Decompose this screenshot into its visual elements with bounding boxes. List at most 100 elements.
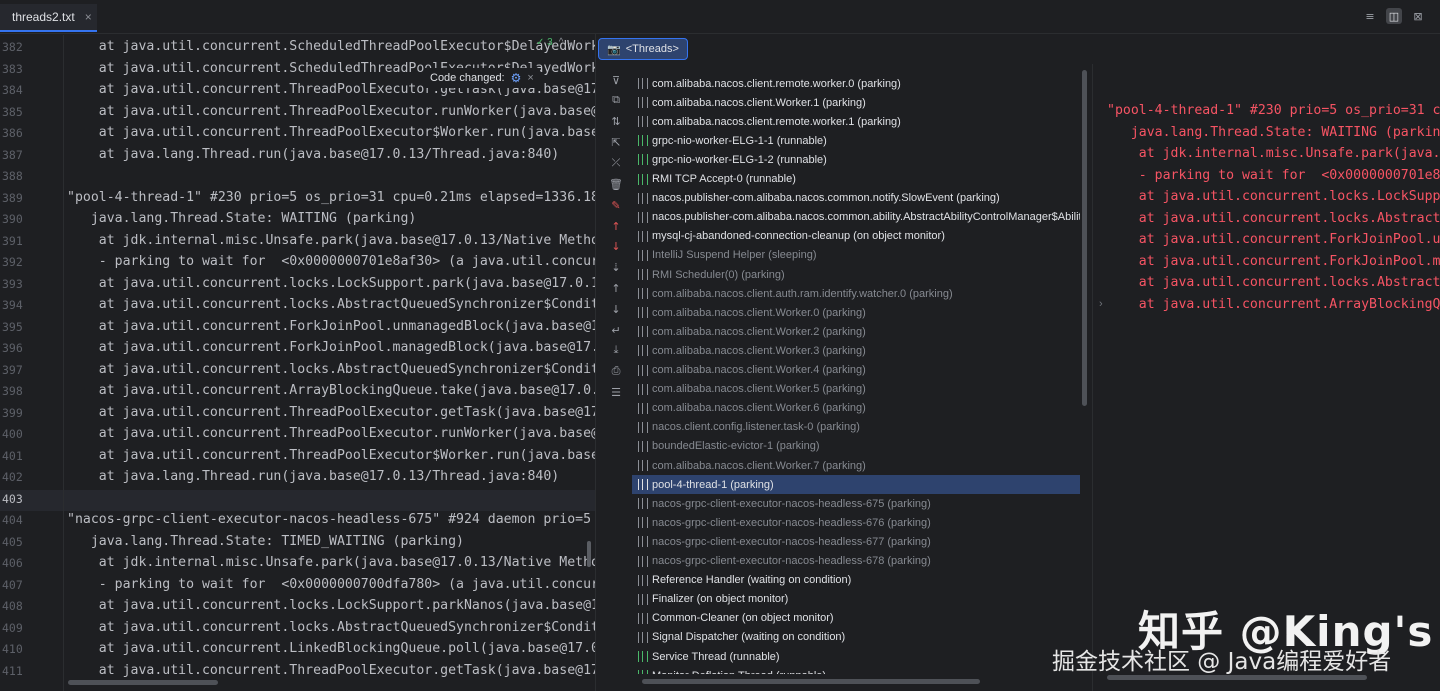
code-line: at java.util.concurrent.LinkedBlockingQu… bbox=[67, 641, 595, 656]
thread-row[interactable]: IntelliJ Suspend Helper (sleeping) bbox=[632, 246, 1080, 265]
stack-line: at java.util.concurrent.locks.LockSuppor… bbox=[1138, 189, 1440, 204]
inspection-count[interactable]: ✓ 3 bbox=[536, 37, 553, 48]
thread-row[interactable]: com.alibaba.nacos.client.Worker.2 (parki… bbox=[632, 322, 1080, 341]
thread-stack-view[interactable]: › "pool-4-thread-1" #230 prio=5 os_prio=… bbox=[1093, 64, 1440, 691]
code-line: at java.lang.Thread.run(java.base@17.0.1… bbox=[67, 146, 560, 162]
thread-icon bbox=[638, 479, 648, 491]
thread-label: RMI TCP Accept-0 (runnable) bbox=[652, 173, 796, 185]
thread-icon bbox=[638, 612, 648, 624]
clear-icon[interactable]: ✎ bbox=[608, 197, 624, 213]
thread-label: com.alibaba.nacos.client.Worker.5 (parki… bbox=[652, 383, 866, 396]
thread-icon bbox=[638, 421, 648, 433]
stack-line: at jdk.internal.misc.Unsafe.park(java.ba… bbox=[1138, 146, 1440, 161]
thread-row[interactable]: Monitor Deflation Thread (runnable) bbox=[632, 666, 1080, 674]
close-icon[interactable]: × bbox=[527, 72, 533, 84]
thread-row[interactable]: nacos.client.config.listener.task-0 (par… bbox=[632, 418, 1080, 437]
thread-row[interactable]: com.alibaba.nacos.client.Worker.5 (parki… bbox=[632, 380, 1080, 399]
delete-icon[interactable]: 🗑 bbox=[608, 176, 624, 192]
thread-row[interactable]: com.alibaba.nacos.client.Worker.1 (parki… bbox=[632, 93, 1080, 112]
thread-row[interactable]: com.alibaba.nacos.client.Worker.3 (parki… bbox=[632, 341, 1080, 360]
tab-close-icon[interactable]: × bbox=[85, 10, 92, 24]
copy-icon[interactable]: ⧉ bbox=[608, 92, 624, 108]
sort-icon[interactable]: ⇅ bbox=[608, 113, 624, 129]
sort-desc-icon[interactable]: ⇣ bbox=[608, 259, 624, 275]
list-icon[interactable]: ☰ bbox=[608, 384, 624, 400]
thread-row[interactable]: com.alibaba.nacos.client.Worker.0 (parki… bbox=[632, 303, 1080, 322]
code-view-icon[interactable]: ≡ bbox=[1362, 8, 1378, 24]
line-number: 405 bbox=[2, 534, 23, 549]
thread-row[interactable]: nacos.publisher-com.alibaba.nacos.common… bbox=[632, 189, 1080, 208]
line-number: 403 bbox=[2, 491, 23, 506]
thread-row-selected[interactable]: pool-4-thread-1 (parking) bbox=[632, 475, 1080, 495]
down-icon[interactable]: ↓ bbox=[608, 301, 624, 317]
line-number-gutter: 382 383 384 385 386 387 388 389 390 391 392 393 394 3… bbox=[0, 35, 64, 691]
thread-icon bbox=[638, 211, 648, 223]
thread-list[interactable]: com.alibaba.nacos.client.remote.worker.0… bbox=[632, 74, 1080, 674]
line-number: 383 bbox=[2, 61, 23, 76]
thread-row[interactable]: Signal Dispatcher (waiting on condition) bbox=[632, 628, 1080, 647]
thread-row[interactable]: nacos-grpc-client-executor-nacos-headles… bbox=[632, 552, 1080, 571]
scroll-end-icon[interactable]: ⤓ bbox=[608, 342, 624, 358]
preview-view-icon[interactable]: ⊠ bbox=[1410, 8, 1426, 24]
print-icon[interactable]: ⎙ bbox=[608, 363, 624, 379]
thread-running-icon bbox=[638, 154, 648, 166]
thread-row[interactable]: RMI TCP Accept-0 (runnable) bbox=[632, 170, 1080, 189]
thread-running-icon bbox=[638, 651, 648, 662]
thread-row[interactable]: boundedElastic-evictor-1 (parking) bbox=[632, 437, 1080, 456]
code-changed-label: Code changed: bbox=[430, 72, 505, 84]
thread-row[interactable]: Finalizer (on object monitor) bbox=[632, 590, 1080, 609]
text-editor[interactable]: 382 383 384 385 386 387 388 389 390 391 392 393 394 3… bbox=[0, 35, 595, 691]
export-icon[interactable]: ⇱ bbox=[608, 134, 624, 150]
line-number: 408 bbox=[2, 599, 23, 613]
thread-row[interactable]: com.alibaba.nacos.client.Worker.7 (parki… bbox=[632, 456, 1080, 475]
editor-horizontal-scrollbar[interactable] bbox=[68, 680, 218, 685]
line-number: 411 bbox=[2, 663, 23, 678]
line-number: 382 bbox=[2, 40, 23, 54]
thread-row[interactable]: nacos-grpc-client-executor-nacos-headles… bbox=[632, 532, 1080, 551]
collapse-icon[interactable]: ⤫ bbox=[608, 155, 624, 171]
line-number: 399 bbox=[2, 405, 23, 420]
line-number: 398 bbox=[2, 384, 23, 398]
editor-vertical-scrollbar[interactable] bbox=[587, 541, 591, 567]
tab-threads2-txt[interactable]: threads2.txt × bbox=[0, 4, 97, 32]
gear-icon[interactable]: ⚙ bbox=[511, 71, 522, 85]
code-area[interactable]: at java.util.concurrent.ScheduledThreadP… bbox=[67, 35, 595, 691]
stack-line: at java.util.concurrent.ForkJoinPool.man… bbox=[1138, 253, 1440, 269]
thread-row[interactable]: nacos-grpc-client-executor-nacos-headles… bbox=[632, 513, 1080, 532]
thread-row[interactable]: Service Thread (runnable) bbox=[632, 647, 1080, 666]
filter-icon[interactable]: ⊽ bbox=[608, 72, 624, 88]
thread-row[interactable]: mysql-cj-abandoned-connection-cleanup (o… bbox=[632, 227, 1080, 246]
thread-row[interactable]: grpc-nio-worker-ELG-1-2 (runnable) bbox=[632, 150, 1080, 169]
thread-icon bbox=[638, 345, 648, 357]
inspection-widget[interactable]: ✓ 3 ^ ⌄ bbox=[536, 37, 575, 48]
thread-row[interactable]: nacos-grpc-client-executor-nacos-headles… bbox=[632, 494, 1080, 513]
thread-icon bbox=[638, 307, 648, 319]
wrap-icon[interactable]: ↵ bbox=[608, 322, 624, 338]
thread-row[interactable]: com.alibaba.nacos.client.Worker.4 (parki… bbox=[632, 361, 1080, 380]
thread-icon bbox=[638, 498, 648, 510]
thread-row[interactable]: Reference Handler (waiting on condition) bbox=[632, 571, 1080, 590]
up-icon[interactable]: ↑ bbox=[608, 280, 624, 296]
thread-row[interactable]: com.alibaba.nacos.client.remote.worker.0… bbox=[632, 74, 1080, 93]
threads-tab[interactable]: 📷 <Threads> bbox=[598, 38, 688, 60]
chevron-right-icon[interactable]: › bbox=[1099, 298, 1103, 310]
thread-list-scrollbar[interactable] bbox=[1082, 70, 1087, 406]
up-red-icon[interactable]: ↑ bbox=[608, 218, 624, 234]
code-line: java.lang.Thread.State: TIMED_WAITING (p… bbox=[67, 533, 464, 549]
thread-row[interactable]: nacos.publisher-com.alibaba.nacos.common… bbox=[632, 208, 1080, 227]
thread-row[interactable]: RMI Scheduler(0) (parking) bbox=[632, 265, 1080, 284]
thread-row[interactable]: Common-Cleaner (on object monitor) bbox=[632, 609, 1080, 628]
thread-list-horizontal-scrollbar[interactable] bbox=[642, 679, 980, 684]
thread-row[interactable]: grpc-nio-worker-ELG-1-1 (runnable) bbox=[632, 131, 1080, 150]
code-line: "nacos-grpc-client-executor-nacos-headle… bbox=[67, 512, 595, 527]
split-view-icon[interactable]: ◫ bbox=[1386, 8, 1402, 24]
thread-row[interactable]: com.alibaba.nacos.client.Worker.6 (parki… bbox=[632, 399, 1080, 418]
thread-icon bbox=[638, 192, 648, 204]
thread-label: Signal Dispatcher (waiting on condition) bbox=[652, 631, 846, 644]
down-red-icon[interactable]: ↓ bbox=[608, 238, 624, 254]
code-line: at java.util.concurrent.ThreadPoolExecut… bbox=[98, 103, 595, 119]
thread-row[interactable]: com.alibaba.nacos.client.remote.worker.1… bbox=[632, 112, 1080, 131]
stack-line: at java.util.concurrent.ForkJoinPool.unm… bbox=[1138, 232, 1440, 247]
inspection-nav[interactable]: ^ ⌄ bbox=[559, 37, 575, 48]
thread-row[interactable]: com.alibaba.nacos.client.auth.ram.identi… bbox=[632, 284, 1080, 303]
